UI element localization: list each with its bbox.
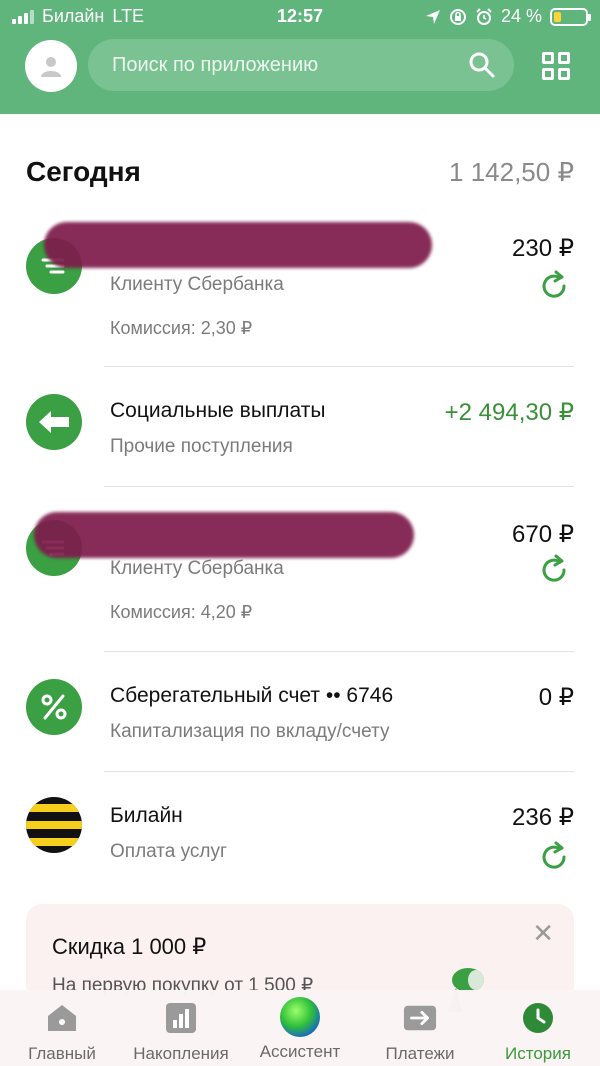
arrow-left-icon	[26, 394, 82, 450]
tab-main[interactable]: Главный	[12, 990, 112, 1066]
tab-bar: Главный Накопления Ассистент Платежи Ист…	[0, 990, 600, 1066]
transaction-subtitle: Клиенту Сбербанка	[110, 274, 284, 295]
tab-history[interactable]: История	[488, 990, 588, 1066]
promo-title: Скидка 1 000 ₽	[52, 934, 207, 959]
transaction-subtitle: Оплата услуг	[110, 841, 227, 862]
transaction-amount: +2 494,30 ₽	[444, 399, 574, 426]
transaction-title: Билайн	[110, 804, 183, 827]
divider	[104, 771, 574, 772]
transaction-title: Сберегательный счет •• 6746	[110, 684, 394, 707]
section-total: 1 142,50 ₽	[449, 156, 574, 187]
beeline-logo-icon	[26, 797, 82, 853]
rotation-lock-icon	[449, 8, 466, 25]
repeat-icon[interactable]	[538, 841, 570, 873]
bar-chart-icon	[164, 1002, 198, 1034]
home-icon	[45, 1002, 79, 1034]
divider	[104, 651, 574, 652]
status-bar: Билайн LTE 12:57 24 %	[0, 6, 600, 30]
transaction-subtitle: Прочие поступления	[110, 436, 293, 457]
section-title: Сегодня	[26, 156, 141, 187]
tab-payments[interactable]: Платежи	[370, 990, 470, 1066]
clock-icon	[521, 1002, 555, 1034]
alarm-icon	[476, 7, 492, 25]
battery-percent: 24 %	[500, 6, 542, 26]
transaction-amount: 0 ₽	[538, 684, 574, 711]
tab-label: Накопления	[133, 1044, 229, 1063]
transaction-item[interactable]: Билайн Оплата услуг 236 ₽	[0, 789, 600, 889]
transaction-amount: 230 ₽	[512, 235, 574, 262]
app-header: Билайн LTE 12:57 24 % Поиск по приложени…	[0, 0, 600, 114]
redacted-recipient	[34, 512, 414, 558]
tab-label: Платежи	[385, 1044, 455, 1063]
avatar[interactable]	[25, 40, 77, 92]
tab-label: Главный	[28, 1044, 96, 1063]
transaction-item[interactable]: Сберегательный счет •• 6746 Капитализаци…	[0, 669, 600, 769]
repeat-icon[interactable]	[538, 554, 570, 586]
search-placeholder: Поиск по приложению	[112, 53, 319, 76]
search-icon[interactable]	[468, 51, 496, 79]
divider	[104, 366, 574, 367]
transfer-arrow-icon	[403, 1002, 437, 1034]
transaction-subtitle: Капитализация по вкладу/счету	[110, 721, 390, 742]
transaction-item[interactable]: Клиенту Сбербанка Комиссия: 2,30 ₽ 230 ₽	[0, 222, 600, 354]
assistant-orb-icon	[279, 996, 321, 1038]
tab-label: История	[505, 1044, 571, 1063]
location-icon	[425, 9, 440, 24]
close-icon[interactable]: ✕	[532, 918, 554, 949]
section-header: Сегодня 1 142,50 ₽	[26, 156, 574, 188]
search-input[interactable]: Поиск по приложению	[88, 39, 514, 91]
tab-assistant[interactable]: Ассистент	[250, 990, 350, 1066]
transaction-item[interactable]: Клиенту Сбербанка Комиссия: 4,20 ₽ 670 ₽	[0, 506, 600, 636]
percent-icon	[26, 679, 82, 735]
transaction-fee: Комиссия: 2,30 ₽	[110, 318, 253, 338]
tab-savings[interactable]: Накопления	[122, 990, 240, 1066]
user-icon	[41, 57, 61, 77]
transaction-subtitle: Клиенту Сбербанка	[110, 558, 284, 579]
repeat-icon[interactable]	[538, 270, 570, 302]
transaction-amount: 236 ₽	[512, 804, 574, 831]
transaction-title: Социальные выплаты	[110, 399, 326, 422]
tab-label: Ассистент	[259, 1042, 341, 1061]
transaction-fee: Комиссия: 4,20 ₽	[110, 602, 253, 622]
apps-grid-icon[interactable]	[542, 52, 570, 80]
divider	[104, 486, 574, 487]
transaction-amount: 670 ₽	[512, 521, 574, 548]
battery-icon	[550, 7, 591, 26]
redacted-recipient	[44, 222, 432, 268]
transaction-item[interactable]: Социальные выплаты Прочие поступления +2…	[0, 384, 600, 484]
